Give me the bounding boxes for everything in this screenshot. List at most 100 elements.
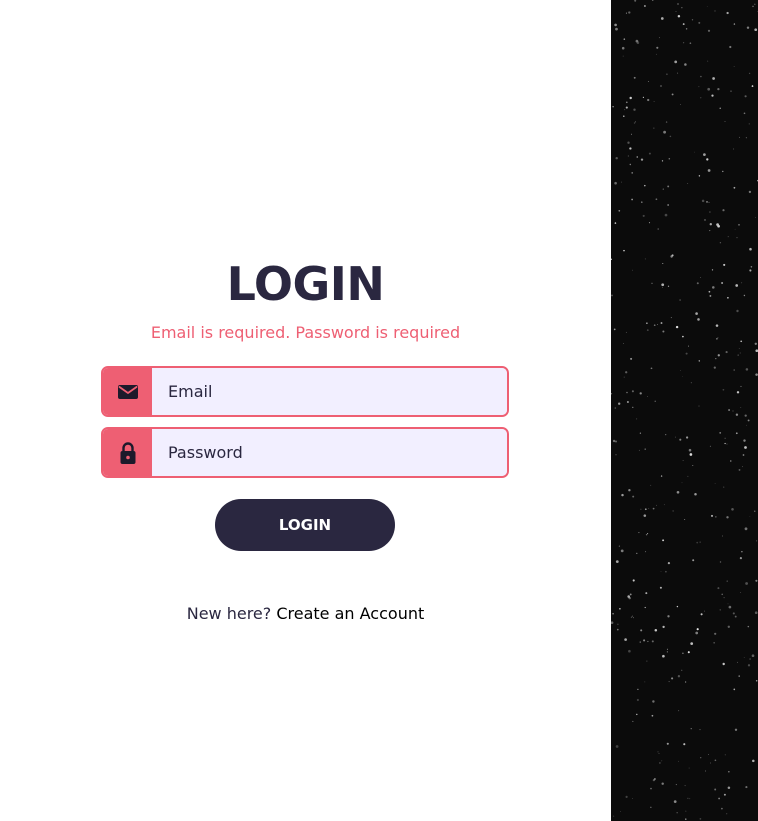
star-speck	[728, 409, 731, 411]
star-speck	[698, 86, 700, 88]
star-speck	[655, 198, 658, 201]
star-speck	[643, 514, 647, 517]
star-speck	[624, 109, 626, 111]
star-speck	[652, 778, 656, 782]
star-speck	[691, 19, 694, 21]
login-page: LOGIN Email is required. Password is req…	[0, 0, 758, 821]
star-speck	[620, 549, 624, 553]
star-speck	[617, 623, 619, 625]
star-speck	[679, 299, 681, 301]
lock-icon	[103, 429, 152, 476]
mail-icon	[103, 368, 152, 415]
star-speck	[636, 156, 638, 158]
email-field-group	[101, 366, 509, 417]
star-speck	[716, 338, 718, 340]
star-speck	[713, 642, 715, 644]
star-speck	[690, 382, 692, 384]
create-account-link[interactable]: Create an Account	[276, 604, 424, 623]
star-speck	[652, 507, 655, 510]
star-speck	[705, 770, 706, 772]
star-speck	[639, 641, 641, 643]
star-speck	[641, 201, 643, 203]
star-speck	[721, 807, 723, 810]
star-speck	[688, 767, 690, 769]
star-speck	[612, 439, 616, 443]
star-speck	[740, 340, 743, 343]
star-speck	[728, 771, 730, 773]
star-speck	[717, 337, 719, 339]
star-speck	[671, 93, 674, 96]
star-speck	[744, 414, 747, 417]
star-speck	[660, 322, 663, 324]
star-speck	[631, 390, 634, 393]
star-speck	[660, 475, 663, 477]
password-field-group	[101, 427, 509, 478]
star-speck	[623, 376, 625, 378]
star-speck	[754, 342, 757, 345]
star-speck	[736, 391, 740, 394]
star-speck	[661, 782, 664, 785]
star-speck	[627, 155, 630, 157]
email-field[interactable]	[152, 368, 507, 415]
star-speck	[711, 94, 714, 97]
star-speck	[628, 649, 631, 653]
star-speck	[685, 810, 687, 812]
star-speck	[754, 28, 758, 32]
star-speck	[709, 294, 712, 297]
star-speck	[735, 413, 739, 416]
star-speck	[615, 27, 618, 31]
star-speck	[631, 615, 634, 617]
star-speck	[688, 448, 692, 452]
star-speck	[704, 219, 706, 221]
star-speck	[755, 216, 756, 218]
star-speck	[748, 123, 750, 125]
star-speck	[631, 172, 634, 174]
star-speck	[632, 495, 635, 498]
star-speck	[743, 439, 746, 442]
star-speck	[642, 96, 644, 98]
star-speck	[674, 60, 678, 64]
signup-prompt: New here?	[186, 604, 272, 623]
star-speck	[659, 84, 663, 88]
star-speck	[654, 628, 658, 632]
password-field[interactable]	[152, 429, 507, 476]
star-speck	[644, 448, 646, 450]
star-speck	[700, 277, 702, 278]
star-speck	[660, 571, 662, 573]
star-speck	[663, 130, 666, 134]
star-speck	[714, 483, 716, 484]
star-speck	[712, 286, 715, 289]
star-speck	[701, 199, 705, 203]
star-speck	[636, 713, 638, 716]
star-speck	[756, 540, 758, 542]
star-speck	[666, 651, 668, 653]
star-speck	[712, 77, 715, 80]
star-speck	[647, 81, 649, 82]
star-speck	[727, 786, 731, 790]
star-speck	[681, 669, 683, 671]
star-speck	[663, 504, 665, 506]
star-speck	[667, 615, 670, 618]
star-speck	[667, 185, 670, 188]
star-speck	[724, 754, 726, 756]
star-speck	[632, 269, 634, 271]
star-speck	[677, 3, 679, 5]
star-speck	[651, 282, 653, 284]
star-speck	[621, 493, 624, 497]
star-speck	[644, 184, 646, 187]
star-speck	[688, 345, 690, 347]
star-speck	[657, 751, 659, 753]
star-speck	[723, 793, 726, 796]
star-speck	[643, 639, 646, 642]
star-speck	[738, 675, 740, 677]
star-speck	[708, 754, 710, 755]
star-speck	[715, 358, 717, 360]
star-speck	[747, 664, 751, 667]
star-speck	[734, 228, 736, 230]
star-speck	[625, 106, 628, 109]
star-speck	[639, 392, 642, 395]
star-speck	[622, 55, 624, 57]
star-speck	[668, 681, 670, 683]
star-speck	[656, 504, 657, 506]
login-button[interactable]: LOGIN	[215, 499, 395, 551]
